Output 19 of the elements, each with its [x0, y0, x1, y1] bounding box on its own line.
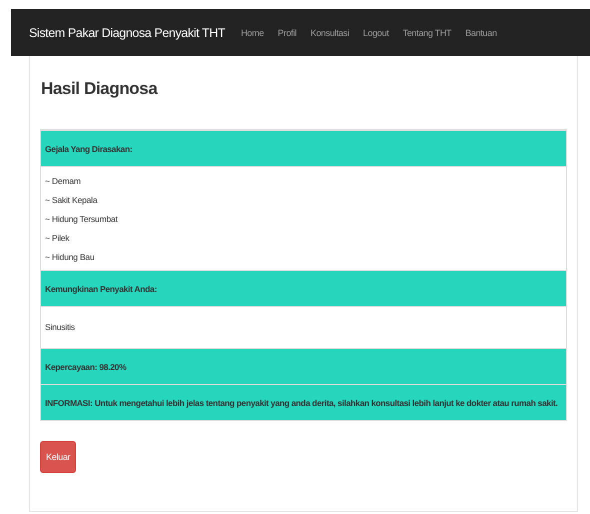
- nav-link[interactable]: Konsultasi: [310, 28, 350, 38]
- nav-link[interactable]: Home: [240, 28, 264, 38]
- brand-link[interactable]: Sistem Pakar Diagnosa Penyakit THT: [29, 26, 225, 40]
- symptom-text: ~ Pilek: [45, 232, 70, 245]
- symptom-text: ~ Sakit Kepala: [45, 194, 98, 207]
- nav-link[interactable]: Bantuan: [465, 28, 497, 38]
- header-text: INFORMASI: Untuk mengetahui lebih jelas tentang penyakit yang anda derita, silahkan konsultasi lebih lanjut ke dokter atau rumah sakit.: [44, 397, 559, 410]
- page-title: Hasil Diagnosa: [40, 78, 159, 100]
- nav-link[interactable]: Logout: [363, 28, 389, 38]
- symptom-text: ~ Hidung Bau: [45, 251, 96, 264]
- nav-link[interactable]: Profil: [278, 28, 297, 38]
- header-text: Gejala Yang Dirasakan:: [44, 143, 134, 156]
- disease-text: Sinusitis: [45, 321, 76, 334]
- symptom-text: ~ Demam: [45, 175, 82, 188]
- exit-button[interactable]: Keluar: [40, 441, 76, 473]
- header-text: Kepercayaan: 98.20%: [44, 361, 128, 374]
- header-text: Kemungkinan Penyakit Anda:: [44, 283, 158, 296]
- nav-link[interactable]: Tentang THT: [402, 28, 452, 38]
- symptom-text: ~ Hidung Tersumbat: [45, 213, 119, 226]
